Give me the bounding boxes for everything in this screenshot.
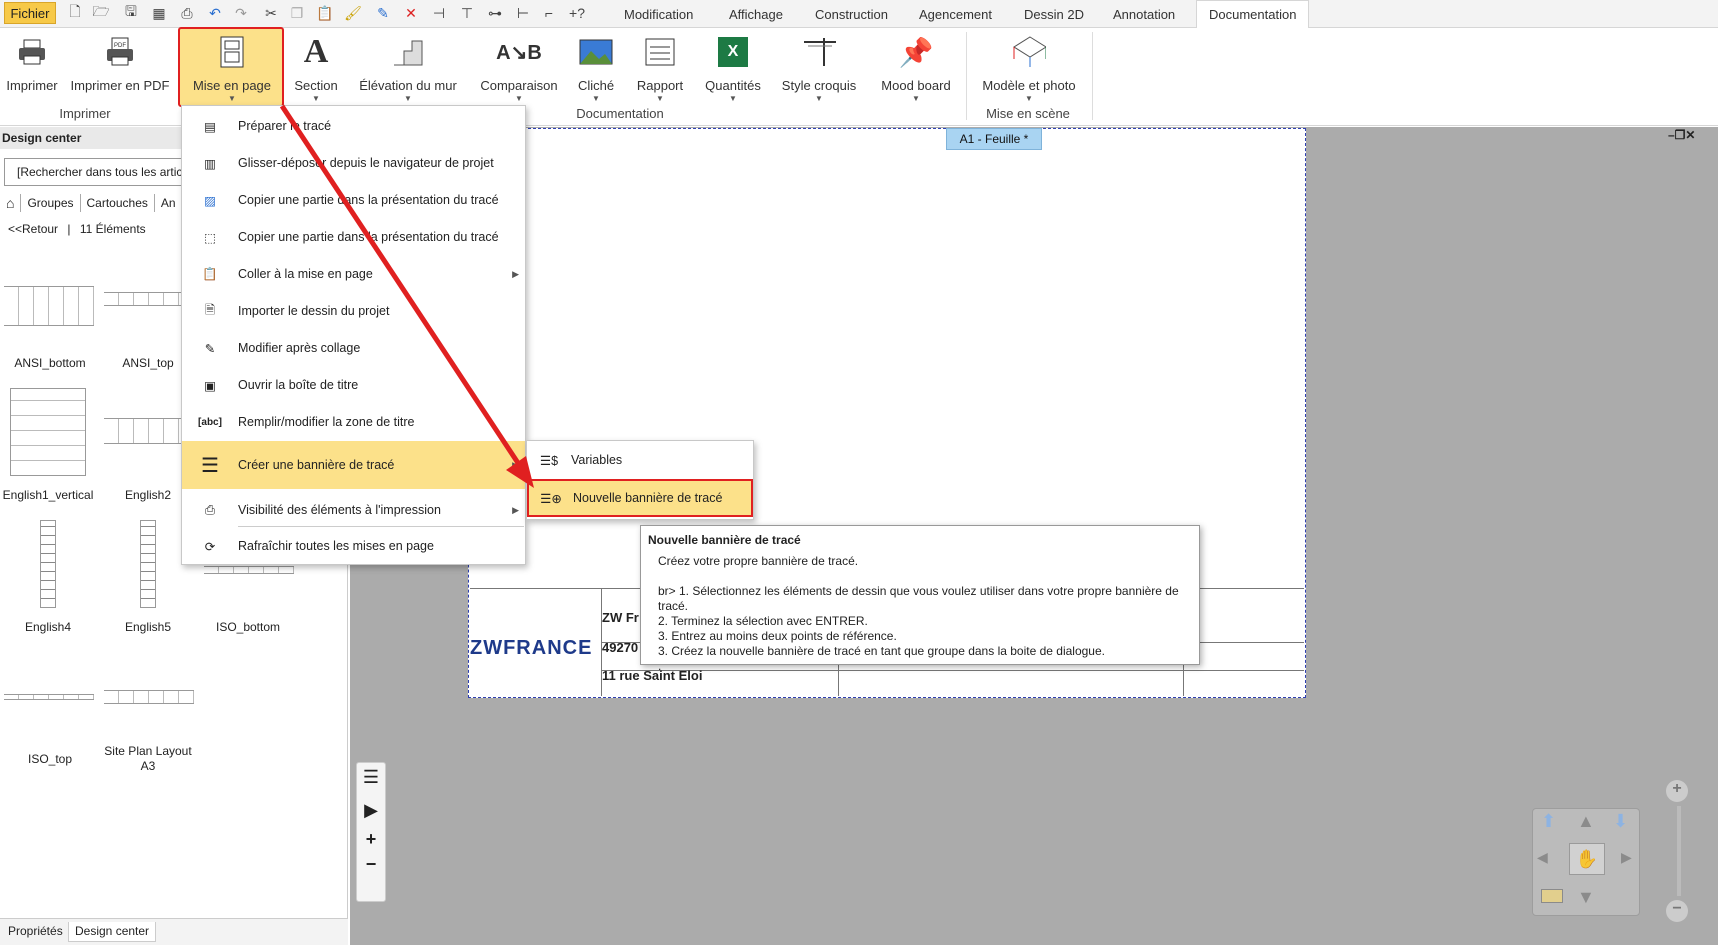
annotation-arrow: [279, 104, 534, 488]
